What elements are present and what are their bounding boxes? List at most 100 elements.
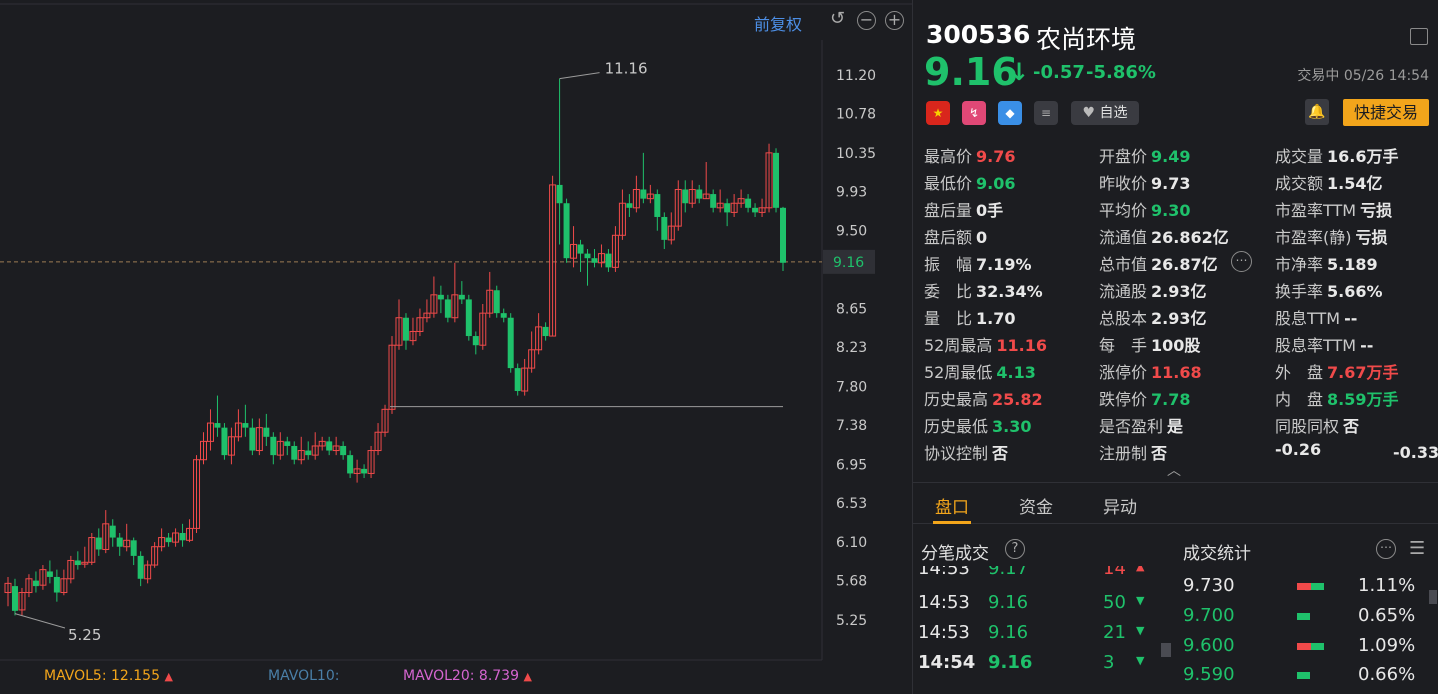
candle-body [654, 194, 661, 217]
candle-body [326, 441, 333, 451]
stat-item: 市盈率TTM 亏损 [1275, 197, 1392, 221]
stat-item: 市净率 5.189 [1275, 251, 1378, 275]
stat-label: 成交额 [1275, 174, 1324, 193]
up-arrow-icon: ▲ [523, 670, 532, 683]
concept-tag-icon[interactable]: ◆ [998, 101, 1022, 125]
stat-item: 平均价 9.30 [1099, 197, 1191, 221]
stat-item: 最高价 9.76 [924, 143, 1016, 167]
candle-body [284, 441, 291, 446]
candle-body [661, 216, 668, 240]
stat-value: 9.06 [976, 174, 1016, 193]
stat-value: 4.13 [996, 363, 1036, 382]
stat-item: 委 比 32.34% [924, 278, 1043, 302]
list-view-icon[interactable]: ☰ [1409, 538, 1425, 559]
stat-value: 2.93亿 [1151, 309, 1207, 328]
price-axis-label: 5.68 [836, 574, 867, 590]
zoom-out-icon[interactable]: − [857, 11, 876, 30]
stat-item: 跌停价 7.78 [1099, 386, 1191, 410]
stat-label: 振 幅 [924, 255, 973, 274]
panel-layout-icon[interactable] [1410, 28, 1428, 45]
stock-name: 农尚环境 [1036, 25, 1137, 54]
stat-label: 52周最高 [924, 336, 993, 355]
stat-value: 16.6万手 [1327, 147, 1399, 166]
stat-item: 昨收价 9.73 [1099, 170, 1191, 194]
stat-label: 成交量 [1275, 147, 1324, 166]
candle-body [472, 336, 479, 346]
stat-item: 流通值 26.862亿 [1099, 224, 1229, 248]
stat-label: 市盈率(静) [1275, 228, 1352, 247]
stat-value: 3.30 [992, 417, 1032, 436]
stat-label: 流通值 [1099, 228, 1148, 247]
stat-label: 股息TTM [1275, 309, 1341, 328]
kline-chart-area[interactable]: 11.20 10.78 10.35 9.93 9.50 8.65 8.23 7.80 7.38 6… [0, 0, 912, 694]
stat-item: 52周最低 4.13 [924, 359, 1036, 383]
stat-item: 总股本 2.93亿 [1099, 305, 1207, 329]
stat-label: 历史最高 [924, 390, 989, 409]
price-axis-label: 6.10 [836, 535, 867, 551]
stat-item: 量 比 1.70 [924, 305, 1016, 329]
stat-item: 协议控制否 [924, 440, 1008, 464]
stat-item: 成交额 1.54亿 [1275, 170, 1383, 194]
stat-value: 25.82 [992, 390, 1043, 409]
kline-chart[interactable]: 11.20 10.78 10.35 9.93 9.50 8.65 8.23 7.80 7.38 6… [0, 0, 912, 694]
stat-item: 总市值 26.87亿 [1099, 251, 1218, 275]
quick-trade-button[interactable]: 快捷交易 [1343, 99, 1429, 126]
stat-item: 52周最高 11.16 [924, 332, 1047, 356]
candle-body [542, 326, 549, 337]
candle-body [584, 253, 591, 259]
candle-body [402, 317, 409, 341]
candle-body [458, 294, 465, 300]
candle-body [291, 445, 298, 460]
candle-body [710, 194, 717, 208]
low-mark-label: 5.25 [68, 626, 101, 644]
stat-value: 否 [1151, 444, 1168, 463]
zoom-in-icon[interactable]: + [885, 11, 904, 30]
scrollbar-thumb[interactable] [1161, 643, 1171, 657]
fq-button[interactable]: 前复权 [754, 11, 802, 35]
undo-icon[interactable]: ↺ [828, 10, 847, 30]
candle-body [514, 368, 521, 392]
stat-label: 流通股 [1099, 282, 1148, 301]
stat-value: 0 [976, 228, 988, 247]
candle-body [640, 189, 647, 199]
candle-body [361, 468, 368, 474]
stat-item: 股息率TTM -- [1275, 332, 1373, 356]
high-mark-label: 11.16 [605, 60, 648, 78]
stock-code: 300536 [926, 20, 1031, 49]
stat-label: 盘后额 [924, 228, 973, 247]
china-flag-icon: ★ [926, 101, 950, 125]
candle-body [165, 537, 172, 543]
candle-body [626, 203, 633, 208]
price-axis-label: 10.35 [836, 146, 876, 162]
mavol20: MAVOL20: 8.739 ▲ [403, 668, 532, 684]
stat-value: 1.54亿 [1327, 174, 1383, 193]
stat-value: 否 [992, 444, 1009, 463]
stat-item: 是否盈利是 [1099, 413, 1183, 437]
scrollbar-thumb[interactable] [1429, 590, 1437, 604]
stat-label: 开盘价 [1099, 147, 1148, 166]
add-watchlist-button[interactable]: ♥ 自选 [1071, 101, 1139, 125]
notes-icon[interactable]: ≡ [1034, 101, 1058, 125]
tab-pankou[interactable]: 盘口 [935, 493, 969, 518]
stat-item: 股息TTM -- [1275, 305, 1357, 329]
stat-value: 9.49 [1151, 147, 1191, 166]
tab-funds[interactable]: 资金 [1019, 493, 1053, 518]
low-mark-line [14, 613, 66, 629]
price-axis-label: 5.25 [836, 613, 867, 629]
heart-icon: ♥ [1082, 105, 1096, 121]
stat-label: 平均价 [1099, 201, 1148, 220]
more-options-icon[interactable]: ⋯ [1376, 539, 1396, 559]
stat-value: 亏损 [1355, 228, 1388, 247]
stat-value: 否 [1343, 417, 1360, 436]
bell-icon[interactable]: 🔔 [1305, 99, 1329, 125]
stat-label: 协议控制 [924, 444, 989, 463]
price-axis-label: 7.38 [836, 418, 867, 434]
tab-movements[interactable]: 异动 [1103, 493, 1137, 518]
stat-item: 同股同权否 [1275, 413, 1359, 437]
candle-body [221, 427, 228, 456]
candle-body [682, 189, 689, 204]
help-icon[interactable]: ? [1005, 539, 1025, 559]
collapse-chevron-icon[interactable]: ︿ [1167, 460, 1181, 480]
more-icon[interactable]: ⋯ [1231, 251, 1252, 272]
list-item: 9.590 0.66% [1183, 664, 1416, 684]
